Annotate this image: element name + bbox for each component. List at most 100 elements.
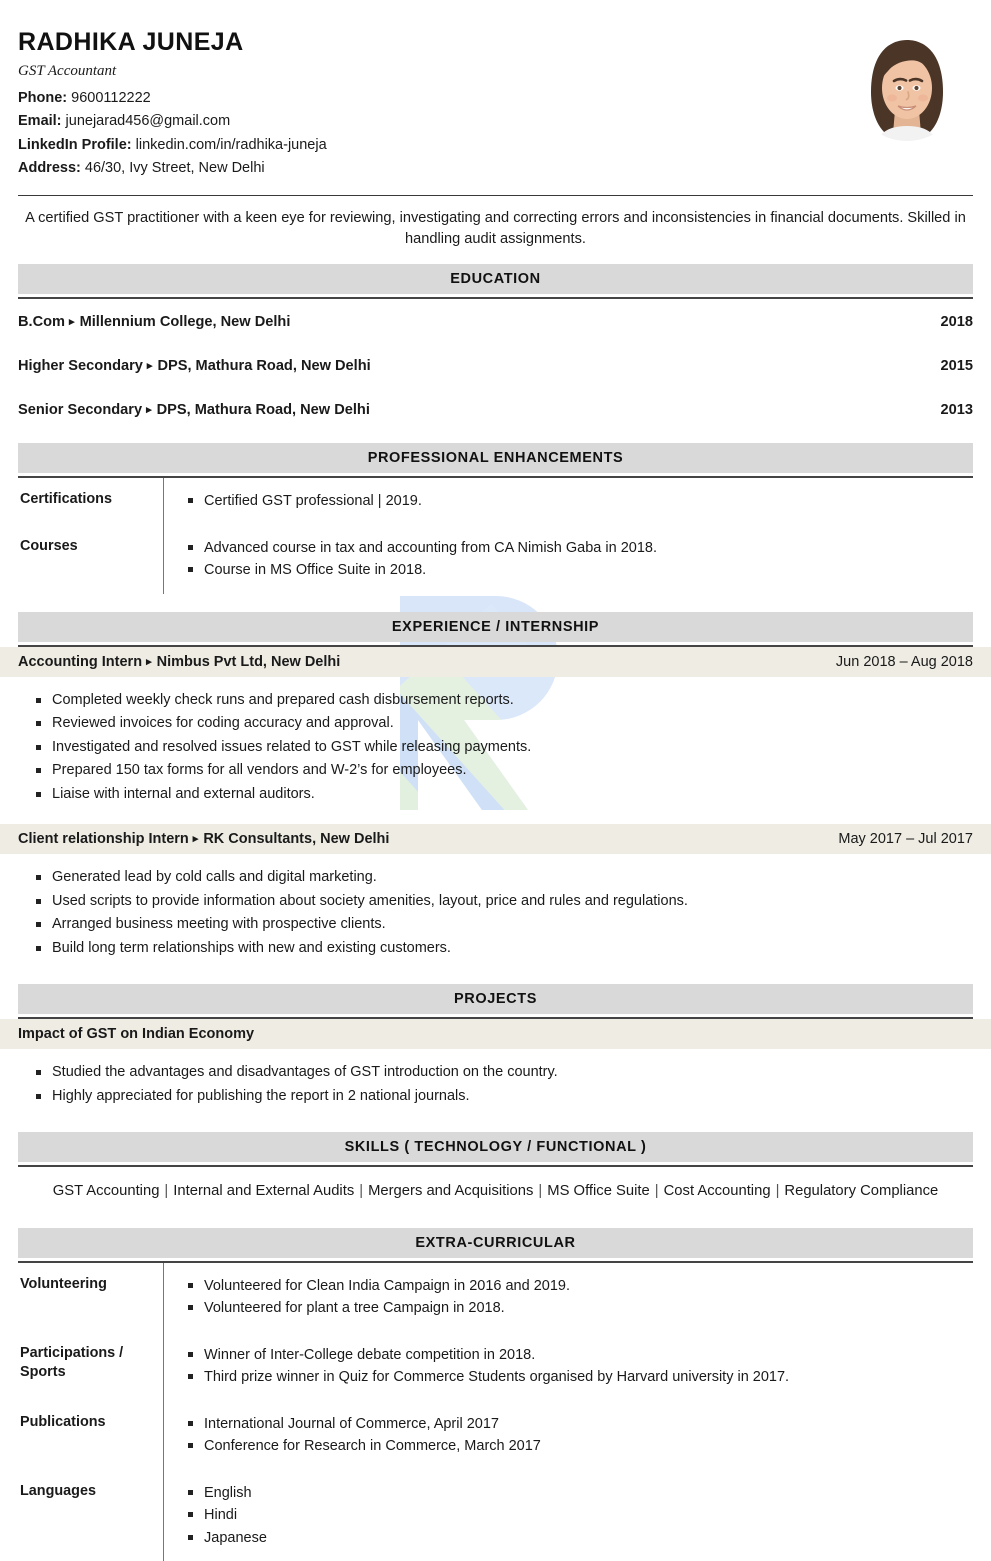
row-bullets: Volunteered for Clean India Campaign in … xyxy=(163,1262,973,1332)
professional-enhancements-table: Certifications Certified GST professiona… xyxy=(18,478,973,594)
row-bullets: Advanced course in tax and accounting fr… xyxy=(163,524,973,594)
row-bullets: Winner of Inter-College debate competiti… xyxy=(163,1331,973,1401)
list-item: Advanced course in tax and accounting fr… xyxy=(186,537,973,559)
section-header-professional-enhancements: PROFESSIONAL ENHANCEMENTS xyxy=(18,443,973,474)
resume-header: RADHIKA JUNEJA GST Accountant Phone: 960… xyxy=(0,0,991,181)
list-item: Hindi xyxy=(186,1504,973,1526)
experience-title-line: Client relationship Intern ▸ RK Consultant… xyxy=(18,831,389,847)
experience-entry-header: Client relationship Intern ▸ RK Consultant… xyxy=(0,824,991,855)
phone-line: Phone: 9600112222 xyxy=(18,87,851,110)
education-institute: DPS, Mathura Road, New Delhi xyxy=(157,358,371,375)
email-line: Email: junejarad456@gmail.com xyxy=(18,110,851,133)
experience-title-line: Accounting Intern ▸ Nimbus Pvt Ltd, New De… xyxy=(18,654,340,670)
list-item: Arranged business meeting with prospecti… xyxy=(18,913,973,936)
header-text-block: RADHIKA JUNEJA GST Accountant Phone: 960… xyxy=(18,28,851,181)
list-item: Used scripts to provide information abou… xyxy=(18,890,973,913)
list-item: International Journal of Commerce, April… xyxy=(186,1413,973,1435)
table-row: Publications International Journal of Co… xyxy=(18,1400,973,1470)
table-row: Languages English Hindi Japanese xyxy=(18,1469,973,1561)
row-label: Participations / Sports xyxy=(20,1344,124,1381)
education-entry: Higher Secondary ▸ DPS, Mathura Road, New … xyxy=(18,358,371,374)
linkedin-value[interactable]: linkedin.com/in/radhika-juneja xyxy=(136,137,327,153)
phone-value: 9600112222 xyxy=(71,90,151,106)
table-row: Courses Advanced course in tax and accou… xyxy=(18,524,973,594)
email-value[interactable]: junejarad456@gmail.com xyxy=(66,113,231,129)
row-label: Certifications xyxy=(20,491,112,508)
education-institute: DPS, Mathura Road, New Delhi xyxy=(156,402,370,419)
experience-title: Accounting Intern xyxy=(18,653,143,670)
address-label: Address: xyxy=(18,160,81,177)
section-header-projects: PROJECTS xyxy=(18,984,973,1015)
profile-summary: A certified GST practitioner with a keen… xyxy=(25,209,966,248)
triangle-icon: ▸ xyxy=(146,404,152,417)
avatar xyxy=(851,30,963,142)
experience-company: Nimbus Pvt Ltd, New Delhi xyxy=(156,653,341,670)
skill-separator: | xyxy=(775,1182,780,1199)
section-header-education: EDUCATION xyxy=(18,264,973,295)
list-item: Course in MS Office Suite in 2018. xyxy=(186,559,973,581)
phone-label: Phone: xyxy=(18,90,68,106)
list-item: English xyxy=(186,1482,973,1504)
skill-separator: | xyxy=(654,1182,659,1199)
list-item: Reviewed invoices for coding accuracy an… xyxy=(18,712,973,735)
education-entry: Senior Secondary ▸ DPS, Mathura Road, New … xyxy=(18,402,370,418)
skill-separator: | xyxy=(359,1182,364,1199)
section-header-experience: EXPERIENCE / INTERNSHIP xyxy=(18,611,973,642)
education-institute: Millennium College, New Delhi xyxy=(79,314,291,331)
experience-dates: Jun 2018 – Aug 2018 xyxy=(835,653,973,670)
education-year: 2018 xyxy=(940,314,973,331)
experience-bullets: Completed weekly check runs and prepared… xyxy=(0,677,991,812)
list-item: Build long term relationships with new a… xyxy=(18,937,973,960)
skill-item: Internal and External Audits xyxy=(173,1182,355,1199)
candidate-name: RADHIKA JUNEJA xyxy=(18,28,244,56)
triangle-icon: ▸ xyxy=(146,360,153,373)
skill-separator: | xyxy=(164,1182,169,1199)
row-bullets: Certified GST professional | 2019. xyxy=(163,478,973,525)
list-item: Conference for Research in Commerce, Mar… xyxy=(186,1435,973,1457)
row-label: Volunteering xyxy=(20,1275,107,1292)
table-row: Senior Secondary ▸ DPS, Mathura Road, New … xyxy=(18,387,973,431)
skill-item: Cost Accounting xyxy=(663,1182,771,1199)
education-degree: Senior Secondary xyxy=(18,402,143,419)
row-label: Languages xyxy=(20,1482,96,1499)
education-year: 2013 xyxy=(940,402,973,419)
linkedin-line: LinkedIn Profile: linkedin.com/in/radhik… xyxy=(18,134,851,157)
project-title: Impact of GST on Indian Economy xyxy=(18,1026,255,1043)
project-entry-header: Impact of GST on Indian Economy xyxy=(0,1019,991,1050)
extra-curricular-table: Volunteering Volunteered for Clean India… xyxy=(18,1262,973,1561)
skill-item: Mergers and Acquisitions xyxy=(368,1182,534,1199)
skill-item: MS Office Suite xyxy=(547,1182,650,1199)
address-value: 46/30, Ivy Street, New Delhi xyxy=(84,160,265,177)
row-label: Publications xyxy=(20,1413,106,1430)
list-item: Investigated and resolved issues related… xyxy=(18,736,973,759)
table-row: Higher Secondary ▸ DPS, Mathura Road, New … xyxy=(18,343,973,387)
table-row: Volunteering Volunteered for Clean India… xyxy=(18,1262,973,1332)
row-bullets: English Hindi Japanese xyxy=(163,1469,973,1561)
table-row: Participations / Sports Winner of Inter-… xyxy=(18,1331,973,1401)
candidate-role: GST Accountant xyxy=(18,63,117,79)
list-item: Volunteered for plant a tree Campaign in… xyxy=(186,1297,973,1319)
list-item: Studied the advantages and disadvantages… xyxy=(18,1061,973,1084)
table-row: B.Com ▸ Millennium College, New Delhi 2018 xyxy=(18,299,973,343)
triangle-icon: ▸ xyxy=(69,316,75,329)
list-item: Third prize winner in Quiz for Commerce … xyxy=(186,1366,973,1388)
experience-dates: May 2017 – Jul 2017 xyxy=(838,831,973,848)
experience-company: RK Consultants, New Delhi xyxy=(203,831,390,848)
list-item: Winner of Inter-College debate competiti… xyxy=(186,1344,973,1366)
experience-title: Client relationship Intern xyxy=(18,831,189,848)
list-item: Japanese xyxy=(186,1527,973,1549)
list-item: Generated lead by cold calls and digital… xyxy=(18,866,973,889)
education-degree: Higher Secondary xyxy=(18,358,143,375)
list-item: Certified GST professional | 2019. xyxy=(186,490,973,512)
skill-item: Regulatory Compliance xyxy=(784,1182,939,1199)
linkedin-label: LinkedIn Profile: xyxy=(18,136,132,153)
email-label: Email: xyxy=(18,113,62,130)
experience-entry-header: Accounting Intern ▸ Nimbus Pvt Ltd, New De… xyxy=(0,646,991,677)
row-bullets: International Journal of Commerce, April… xyxy=(163,1400,973,1470)
triangle-icon: ▸ xyxy=(146,655,152,668)
section-header-skills: SKILLS ( TECHNOLOGY / FUNCTIONAL ) xyxy=(18,1131,973,1162)
project-bullets: Studied the advantages and disadvantages… xyxy=(0,1049,991,1114)
list-item: Prepared 150 tax forms for all vendors a… xyxy=(18,759,973,782)
skill-item: GST Accounting xyxy=(52,1182,160,1199)
list-item: Volunteered for Clean India Campaign in … xyxy=(186,1275,973,1297)
